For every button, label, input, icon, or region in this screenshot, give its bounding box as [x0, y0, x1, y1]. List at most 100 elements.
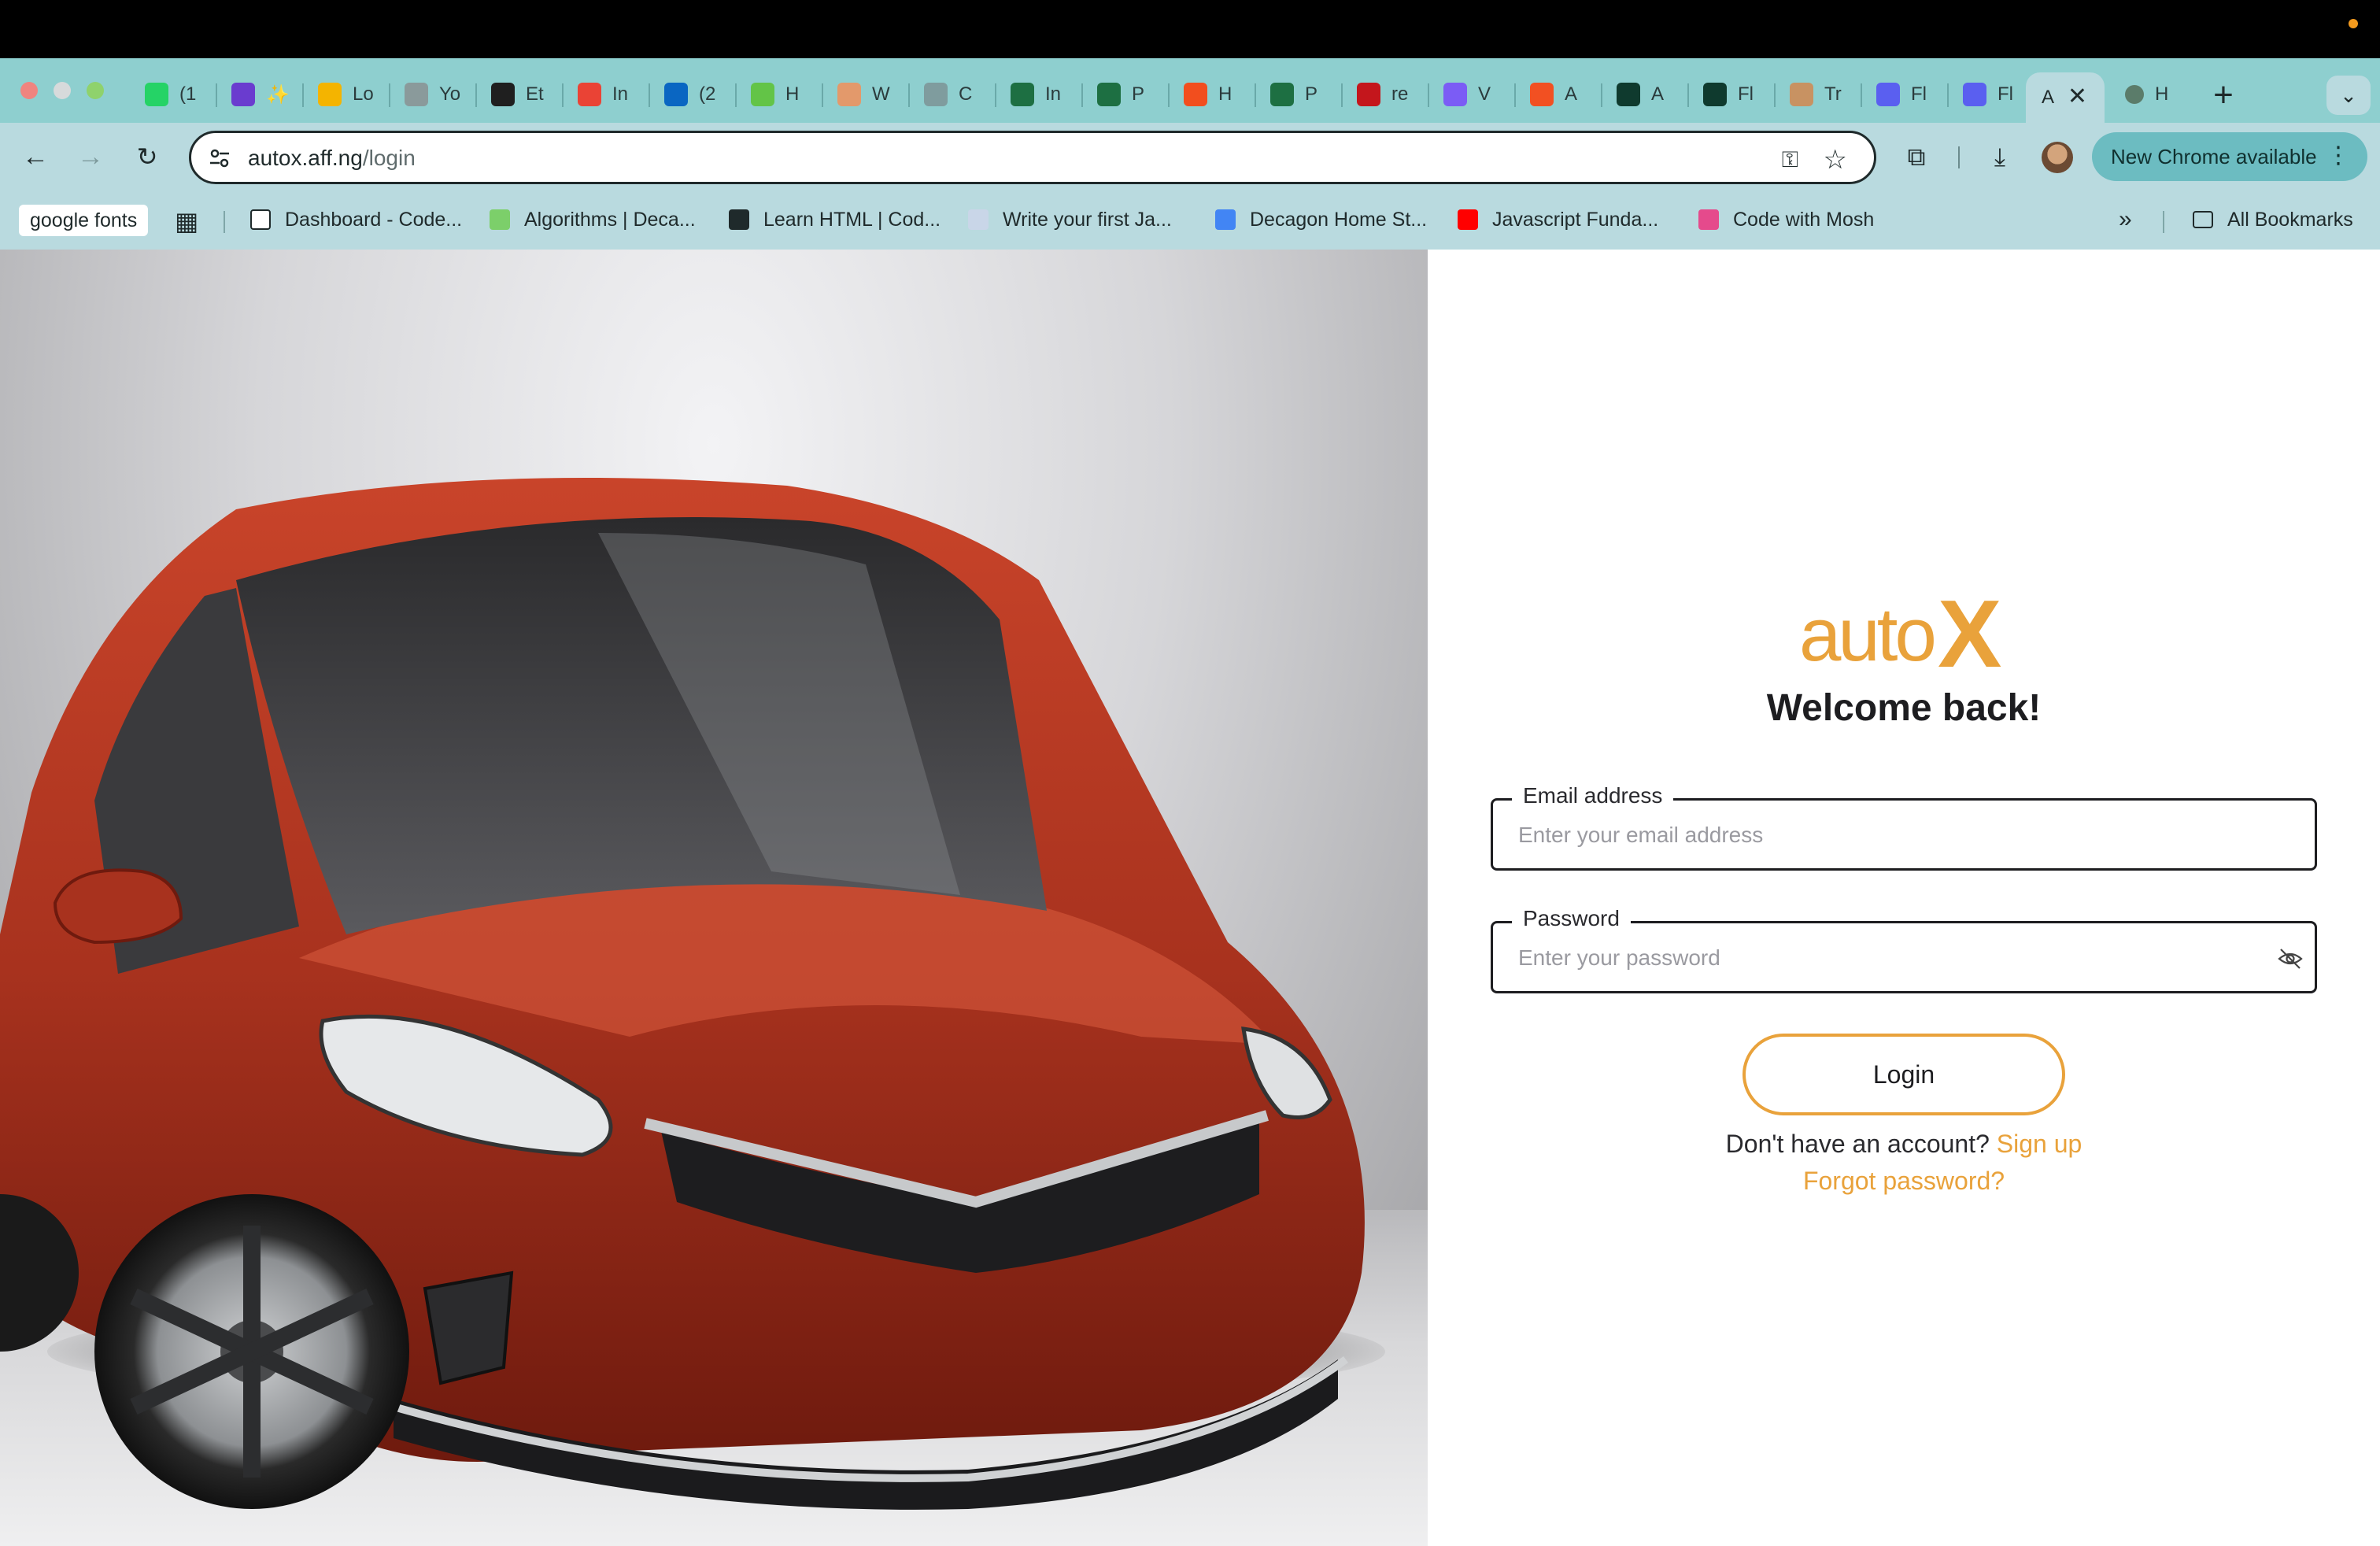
- forward-button[interactable]: →: [71, 137, 110, 176]
- login-button[interactable]: Login: [1743, 1034, 2065, 1115]
- bookmarks-divider: [2163, 211, 2164, 233]
- password-field: Password: [1491, 906, 2317, 993]
- password-key-icon[interactable]: ⚿: [1782, 147, 1798, 173]
- download-icon[interactable]: ⤓: [1980, 137, 2020, 176]
- bookmark-label: google fonts: [30, 209, 138, 231]
- tab-item[interactable]: P: [1256, 72, 1343, 117]
- tab-item[interactable]: (2: [650, 72, 737, 117]
- logo-text: auto: [1799, 593, 1934, 675]
- bookmark-item[interactable]: Algorithms | Deca...: [490, 203, 696, 236]
- tab-title: Yo: [439, 83, 461, 105]
- bookmark-item[interactable]: Dashboard - Code...: [250, 203, 462, 236]
- email-field: Email address: [1491, 783, 2317, 871]
- figma-icon: [1184, 83, 1207, 106]
- new-chrome-available-button[interactable]: New Chrome available ⋮: [2092, 132, 2367, 181]
- tab-title: H: [785, 83, 800, 105]
- tab-title: A: [2042, 87, 2055, 108]
- folder-icon: [2193, 211, 2213, 228]
- doc-icon: [924, 83, 948, 106]
- bookmark-label: Write your first Ja...: [1003, 208, 1172, 231]
- codecademy-icon: [729, 209, 749, 230]
- bookmark-item[interactable]: Code with Mosh: [1698, 203, 1874, 236]
- tab-item[interactable]: In: [996, 72, 1083, 117]
- tab-title: C: [959, 83, 973, 105]
- tab-item[interactable]: Lo: [304, 72, 390, 117]
- tag-icon: [1790, 83, 1813, 106]
- tab-item[interactable]: re: [1343, 72, 1429, 117]
- tab-active[interactable]: A ✕: [2026, 72, 2105, 123]
- tab-item[interactable]: In: [564, 72, 650, 117]
- tab-title: P: [1305, 83, 1318, 105]
- tab-title: Lo: [353, 83, 374, 105]
- tab-item[interactable]: Fl: [1689, 72, 1776, 117]
- whatsapp-icon: [145, 83, 168, 106]
- n-icon: [1357, 83, 1380, 106]
- new-tab-button[interactable]: +: [2204, 76, 2243, 115]
- tab-item[interactable]: V: [1429, 72, 1516, 117]
- close-tab-icon[interactable]: ✕: [2068, 85, 2087, 109]
- bookmark-google-fonts[interactable]: google fonts: [19, 205, 149, 236]
- forgot-password-link[interactable]: Forgot password?: [1803, 1167, 2005, 1195]
- tab-item[interactable]: C: [910, 72, 996, 117]
- site-settings-icon[interactable]: [207, 146, 232, 171]
- bookmark-item[interactable]: Javascript Funda...: [1458, 203, 1658, 236]
- bookmark-item[interactable]: Learn HTML | Cod...: [729, 203, 941, 236]
- reload-button[interactable]: ↻: [128, 137, 167, 176]
- bookmark-label: Dashboard - Code...: [285, 208, 463, 231]
- spinner-icon: [490, 209, 510, 230]
- tab-title: ✨: [266, 83, 290, 105]
- tab-item[interactable]: Fl: [1949, 72, 2035, 117]
- no-account-text: Don't have an account?: [1725, 1130, 1990, 1158]
- tab-title: Tr: [1824, 83, 1842, 105]
- bookmark-star-icon[interactable]: ☆: [1824, 144, 1847, 176]
- extensions-icon[interactable]: ⧉: [1897, 137, 1936, 176]
- openai-icon: [491, 83, 515, 106]
- tab-last[interactable]: H: [2111, 72, 2190, 117]
- password-input[interactable]: [1518, 941, 2242, 975]
- logo-mark: X: [1938, 588, 2001, 675]
- tab-item[interactable]: H: [1170, 72, 1256, 117]
- hero-image: [0, 250, 1428, 1546]
- profile-avatar[interactable]: [2042, 142, 2073, 173]
- bookmark-item[interactable]: Write your first Ja...: [968, 203, 1172, 236]
- signup-link[interactable]: Sign up: [1997, 1130, 2082, 1158]
- maximize-window-button[interactable]: [87, 82, 104, 99]
- tab-item[interactable]: ✨: [217, 72, 304, 117]
- more-menu-icon[interactable]: ⋮: [2326, 142, 2350, 169]
- email-input[interactable]: [1518, 818, 2242, 853]
- excel-icon: [1097, 83, 1121, 106]
- bookmark-label: Algorithms | Deca...: [524, 208, 696, 231]
- more-bookmarks-icon[interactable]: »: [2119, 203, 2132, 236]
- tab-item[interactable]: Fl: [1862, 72, 1949, 117]
- bookmark-label: Javascript Funda...: [1492, 208, 1659, 231]
- tab-item[interactable]: (1: [131, 72, 217, 117]
- tab-item[interactable]: W: [823, 72, 910, 117]
- address-bar[interactable]: autox.aff.ng/login ⚿ ☆: [189, 131, 1876, 184]
- tab-item[interactable]: A: [1516, 72, 1602, 117]
- excel-icon: [1270, 83, 1294, 106]
- bookmark-item[interactable]: Decagon Home St...: [1215, 203, 1427, 236]
- linkedin-icon: [664, 83, 688, 106]
- tab-item[interactable]: Yo: [390, 72, 477, 117]
- tab-item[interactable]: A: [1602, 72, 1689, 117]
- tab-title: H: [1218, 83, 1232, 105]
- apps-grid-icon[interactable]: ▦: [175, 206, 198, 236]
- signup-prompt: Don't have an account? Sign up: [1428, 1130, 2380, 1159]
- tab-item[interactable]: P: [1083, 72, 1170, 117]
- hide-password-icon[interactable]: [2277, 945, 2304, 972]
- tab-item[interactable]: H: [737, 72, 823, 117]
- all-bookmarks-button[interactable]: All Bookmarks: [2193, 203, 2353, 236]
- back-button[interactable]: ←: [16, 137, 55, 176]
- tab-search-button[interactable]: ⌄: [2326, 76, 2371, 115]
- car-illustration: [0, 478, 1365, 1510]
- bookmarks-divider: [224, 211, 225, 233]
- microsoft-icon: [1530, 83, 1554, 106]
- close-window-button[interactable]: [20, 82, 38, 99]
- tab-item[interactable]: Et: [477, 72, 564, 117]
- bookmark-label: Code with Mosh: [1733, 208, 1875, 231]
- minimize-window-button[interactable]: [54, 82, 71, 99]
- diamond-icon: [1703, 83, 1727, 106]
- cloud-icon: [968, 209, 989, 230]
- gmail-icon: [578, 83, 601, 106]
- tab-item[interactable]: Tr: [1776, 72, 1862, 117]
